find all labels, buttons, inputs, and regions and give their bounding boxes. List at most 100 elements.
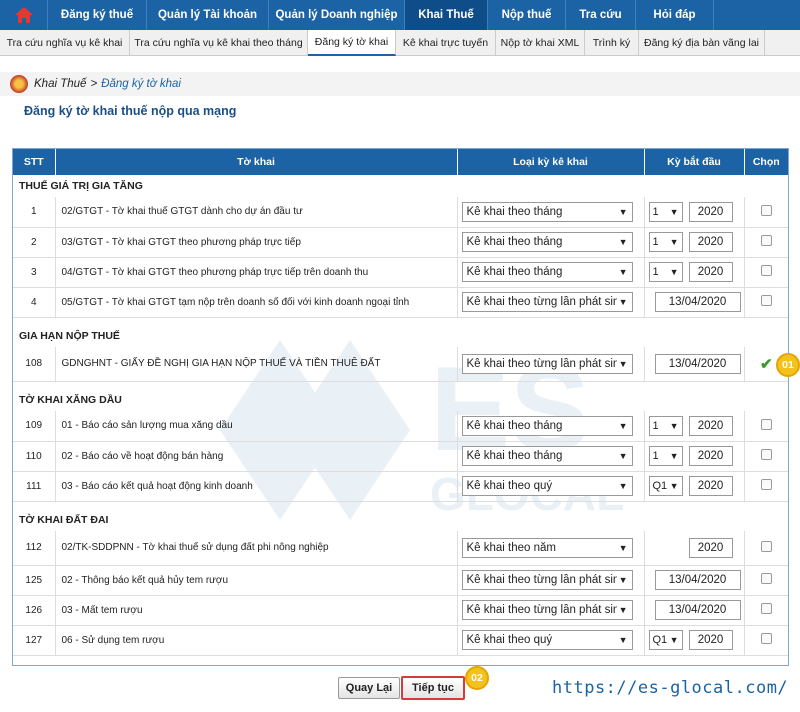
select-checkbox[interactable] <box>760 418 772 430</box>
tab-tra-cuu-theo-thang[interactable]: Tra cứu nghĩa vụ kê khai theo tháng <box>130 30 308 56</box>
period-select-value: 1 <box>652 419 659 432</box>
type-select[interactable]: Kê khai theo tháng ▼ <box>461 232 633 252</box>
type-select[interactable]: Kê khai theo tháng ▼ <box>461 201 633 222</box>
period-select[interactable]: 1 ▼ <box>648 415 683 436</box>
row-stt: 125 <box>13 565 56 596</box>
tab-nop-to-khai-xml[interactable]: Nộp tờ khai XML <box>496 30 585 56</box>
row-form-name: GDNGHNT - GIẤY ĐỀ NGHỊ GIA HẠN NỘP THUẾ … <box>55 347 458 382</box>
type-select-value: Kê khai theo quý <box>466 634 553 646</box>
table-row: 3 04/GTGT - Tờ khai GTGT theo phương pháp… <box>13 257 788 288</box>
dropdown-arrow-icon: ▼ <box>618 451 628 461</box>
type-select-value: Kê khai theo tháng <box>466 236 563 248</box>
row-form-name: 02 - Thông báo kết quả hủy tem rượu <box>55 565 458 596</box>
nav-quan-ly-doanh-nghiep[interactable]: Quản lý Doanh nghiệp <box>269 0 405 30</box>
form-table: STT Tờ khai Loại kỳ kê khai Kỳ bắt đầu C… <box>12 148 789 666</box>
select-checkbox[interactable] <box>760 479 772 490</box>
type-select-value: Kê khai theo từng lần phát sinh <box>466 357 617 370</box>
header-type: Loại kỳ kê khai <box>457 149 645 175</box>
type-select[interactable]: Kê khai theo quý ▼ <box>461 630 633 650</box>
row-choose-cell <box>744 565 788 596</box>
tab-trinh-ky[interactable]: Trình ký <box>585 30 639 56</box>
breadcrumb: Khai Thuế > Đăng ký tờ khai <box>0 72 800 96</box>
select-checkbox[interactable] <box>760 573 772 584</box>
select-checkbox[interactable] <box>760 603 772 614</box>
start-date-input[interactable]: 13/04/2020 <box>654 292 741 312</box>
row-start-cell: 1 ▼ 2020 <box>644 441 745 472</box>
select-checkbox[interactable] <box>760 633 772 644</box>
tab-dang-ky-dia-ban[interactable]: Đăng ký địa bàn vãng lai <box>639 30 765 56</box>
type-select[interactable]: Kê khai theo quý ▼ <box>461 476 633 496</box>
period-select[interactable]: 1 ▼ <box>648 232 683 252</box>
row-type-cell: Kê khai theo từng lần phát sinh ▼ <box>457 595 645 626</box>
period-select[interactable]: Q1 ▼ <box>648 630 683 650</box>
home-icon <box>14 7 33 23</box>
group-title: GIA HẠN NỘP THUẾ <box>19 330 120 342</box>
spacer-row <box>13 655 788 663</box>
nav-nop-thue[interactable]: Nộp thuế <box>488 0 566 30</box>
start-year-input[interactable]: 2020 <box>688 232 733 252</box>
period-select[interactable]: 1 ▼ <box>648 201 683 222</box>
table-row: 127 06 - Sử dụng tem rượu Kê khai theo quý… <box>13 625 788 656</box>
page-title: Đăng ký tờ khai thuế nộp qua mạng <box>24 104 237 118</box>
type-select[interactable]: Kê khai theo tháng ▼ <box>461 415 633 436</box>
nav-hoi-dap[interactable]: Hỏi đáp <box>636 0 714 30</box>
group-row: TỜ KHAI XĂNG DẦU <box>13 389 788 411</box>
row-choose-cell <box>744 471 788 502</box>
select-checkbox[interactable] <box>760 295 772 306</box>
type-select[interactable]: Kê khai theo từng lần phát sinh ▼ <box>461 600 633 620</box>
row-type-cell: Kê khai theo tháng ▼ <box>457 197 645 228</box>
type-select[interactable]: Kê khai theo từng lần phát sinh ▼ <box>461 353 633 374</box>
start-year-input[interactable]: 2020 <box>688 201 733 222</box>
continue-button[interactable]: Tiếp tục <box>401 676 465 700</box>
type-select[interactable]: Kê khai theo từng lần phát sinh ▼ <box>461 292 633 312</box>
select-checkbox[interactable] <box>760 540 772 552</box>
checkmark-icon[interactable]: ✔ <box>760 356 773 373</box>
dropdown-arrow-icon: ▼ <box>669 237 679 247</box>
start-year-input[interactable]: 2020 <box>688 630 733 650</box>
row-stt: 111 <box>13 471 56 502</box>
nav-tra-cuu[interactable]: Tra cứu <box>566 0 636 30</box>
tab-tra-cuu-nghia-vu[interactable]: Tra cứu nghĩa vụ kê khai <box>0 30 130 56</box>
period-select[interactable]: 1 ▼ <box>648 262 683 282</box>
tab-dang-ky-to-khai[interactable]: Đăng ký tờ khai <box>308 30 396 56</box>
dropdown-arrow-icon: ▼ <box>618 206 628 217</box>
nav-khai-thue[interactable]: Khai Thuế <box>405 0 488 30</box>
dropdown-arrow-icon: ▼ <box>618 635 628 645</box>
tab-ke-khai-truc-tuyen[interactable]: Kê khai trực tuyến <box>396 30 496 56</box>
type-select[interactable]: Kê khai theo từng lần phát sinh ▼ <box>461 570 633 590</box>
start-date-input[interactable]: 13/04/2020 <box>654 570 741 590</box>
row-type-cell: Kê khai theo quý ▼ <box>457 471 645 502</box>
period-select[interactable]: 1 ▼ <box>648 446 683 466</box>
select-checkbox[interactable] <box>760 204 772 216</box>
select-checkbox[interactable] <box>760 235 772 246</box>
row-type-cell: Kê khai theo quý ▼ <box>457 625 645 656</box>
nav-dang-ky-thue[interactable]: Đăng ký thuế <box>48 0 147 30</box>
breadcrumb-parent[interactable]: Khai Thuế <box>34 78 86 90</box>
home-button[interactable] <box>0 0 48 30</box>
table-row: 108 GDNGHNT - GIẤY ĐỀ NGHỊ GIA HẠN NỘP TH… <box>13 347 788 382</box>
back-button[interactable]: Quay Lại <box>338 677 400 699</box>
select-checkbox[interactable] <box>760 449 772 460</box>
period-select-value: 1 <box>652 205 659 218</box>
start-year-input[interactable]: 2020 <box>688 262 733 282</box>
row-stt: 110 <box>13 441 56 472</box>
row-form-name: 03 - Báo cáo kết quả hoạt động kinh doan… <box>55 471 458 502</box>
start-year-input[interactable]: 2020 <box>688 446 733 466</box>
start-year-input[interactable]: 2020 <box>688 537 733 558</box>
type-select[interactable]: Kê khai theo năm ▼ <box>461 537 633 558</box>
period-select-value: 1 <box>652 236 659 248</box>
start-year-input[interactable]: 2020 <box>688 476 733 496</box>
group-row: GIA HẠN NỘP THUẾ <box>13 325 788 347</box>
period-select[interactable]: Q1 ▼ <box>648 476 683 496</box>
table-row: 125 02 - Thông báo kết quả hủy tem rượu Kê… <box>13 565 788 596</box>
type-select[interactable]: Kê khai theo tháng ▼ <box>461 446 633 466</box>
header-start: Kỳ bắt đầu <box>644 149 745 175</box>
select-checkbox[interactable] <box>760 265 772 276</box>
step-badge-1: 01 <box>776 353 800 377</box>
start-year-input[interactable]: 2020 <box>688 415 733 436</box>
type-select[interactable]: Kê khai theo tháng ▼ <box>461 262 633 282</box>
start-date-input[interactable]: 13/04/2020 <box>654 600 741 620</box>
nav-quan-ly-tai-khoan[interactable]: Quản lý Tài khoản <box>147 0 269 30</box>
start-date-input[interactable]: 13/04/2020 <box>654 353 741 374</box>
row-type-cell: Kê khai theo tháng ▼ <box>457 257 645 288</box>
